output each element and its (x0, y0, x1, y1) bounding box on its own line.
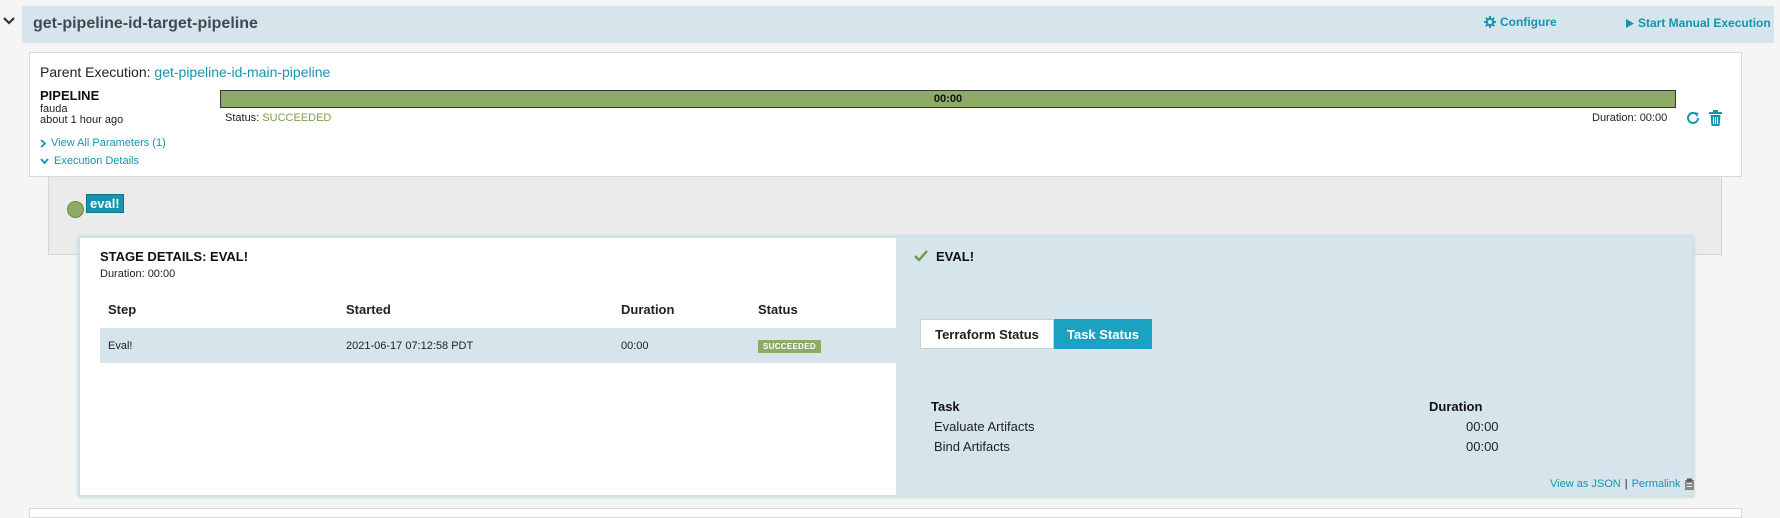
trash-icon[interactable] (1708, 110, 1723, 126)
progress-time-label: 00:00 (933, 93, 963, 105)
check-icon (914, 250, 928, 262)
start-manual-execution-label: Start Manual Execution (1638, 16, 1771, 30)
stage-duration: Duration: 00:00 (100, 268, 176, 280)
link-separator: | (1624, 478, 1628, 490)
clipboard-icon[interactable] (1684, 478, 1695, 490)
tab-terraform-status[interactable]: Terraform Status (920, 319, 1054, 349)
column-header-step: Step (108, 302, 137, 317)
chevron-right-icon (40, 138, 46, 148)
row-started: 2021-06-17 07:12:58 PDT (346, 340, 474, 352)
execution-details-label: Execution Details (54, 155, 139, 167)
execution-progress-bar[interactable]: 00:00 (220, 90, 1676, 108)
row-duration: 00:00 (621, 340, 649, 352)
panel-footer-links: View as JSON | Permalink (1550, 478, 1695, 490)
chevron-down-icon (40, 158, 49, 164)
task-name: Evaluate Artifacts (934, 419, 1035, 434)
execution-duration: Duration: 00:00 (1592, 112, 1668, 124)
trigger-type-label: PIPELINE (40, 88, 100, 103)
status-badge: SUCCEEDED (758, 340, 821, 353)
stage-details-title: STAGE DETAILS: EVAL! (100, 249, 249, 264)
configure-label: Configure (1500, 15, 1557, 29)
start-manual-execution-button[interactable]: Start Manual Execution (1626, 16, 1771, 30)
refresh-icon[interactable] (1685, 110, 1701, 126)
status-value: SUCCEEDED (262, 112, 332, 124)
play-icon (1626, 18, 1634, 28)
column-header-duration: Duration (621, 302, 675, 317)
column-header-status: Status (758, 302, 798, 317)
permalink-link[interactable]: Permalink (1632, 478, 1681, 490)
stage-title: EVAL! (936, 249, 975, 264)
task-column-header: Task (931, 399, 960, 414)
view-all-parameters-toggle[interactable]: View All Parameters (1) (40, 137, 166, 149)
execution-status: Status: SUCCEEDED (225, 112, 331, 124)
execution-details-toggle[interactable]: Execution Details (40, 155, 139, 167)
status-label: Status: (225, 112, 260, 124)
view-all-parameters-label: View All Parameters (1) (51, 137, 166, 149)
pipeline-title: get-pipeline-id-target-pipeline (33, 15, 258, 32)
stage-node-label[interactable]: eval! (86, 194, 124, 213)
gear-icon (1484, 16, 1496, 28)
configure-button[interactable]: Configure (1484, 15, 1557, 29)
tab-task-status[interactable]: Task Status (1054, 319, 1152, 349)
view-as-json-link[interactable]: View as JSON (1550, 478, 1621, 490)
row-step: Eval! (108, 340, 133, 352)
task-name: Bind Artifacts (934, 439, 1010, 454)
parent-execution: Parent Execution: get-pipeline-id-main-p… (40, 64, 330, 80)
task-status-pane (896, 238, 1692, 495)
stage-status-dot[interactable] (67, 201, 84, 218)
task-duration-column-header: Duration (1429, 399, 1483, 414)
task-duration: 00:00 (1466, 439, 1499, 454)
parent-execution-link[interactable]: get-pipeline-id-main-pipeline (154, 64, 330, 80)
column-header-started: Started (346, 302, 391, 317)
collapse-chevron-icon[interactable] (2, 14, 16, 28)
task-duration: 00:00 (1466, 419, 1499, 434)
trigger-time: about 1 hour ago (40, 114, 124, 126)
parent-execution-label: Parent Execution: (40, 64, 151, 80)
next-execution-card (29, 508, 1742, 518)
